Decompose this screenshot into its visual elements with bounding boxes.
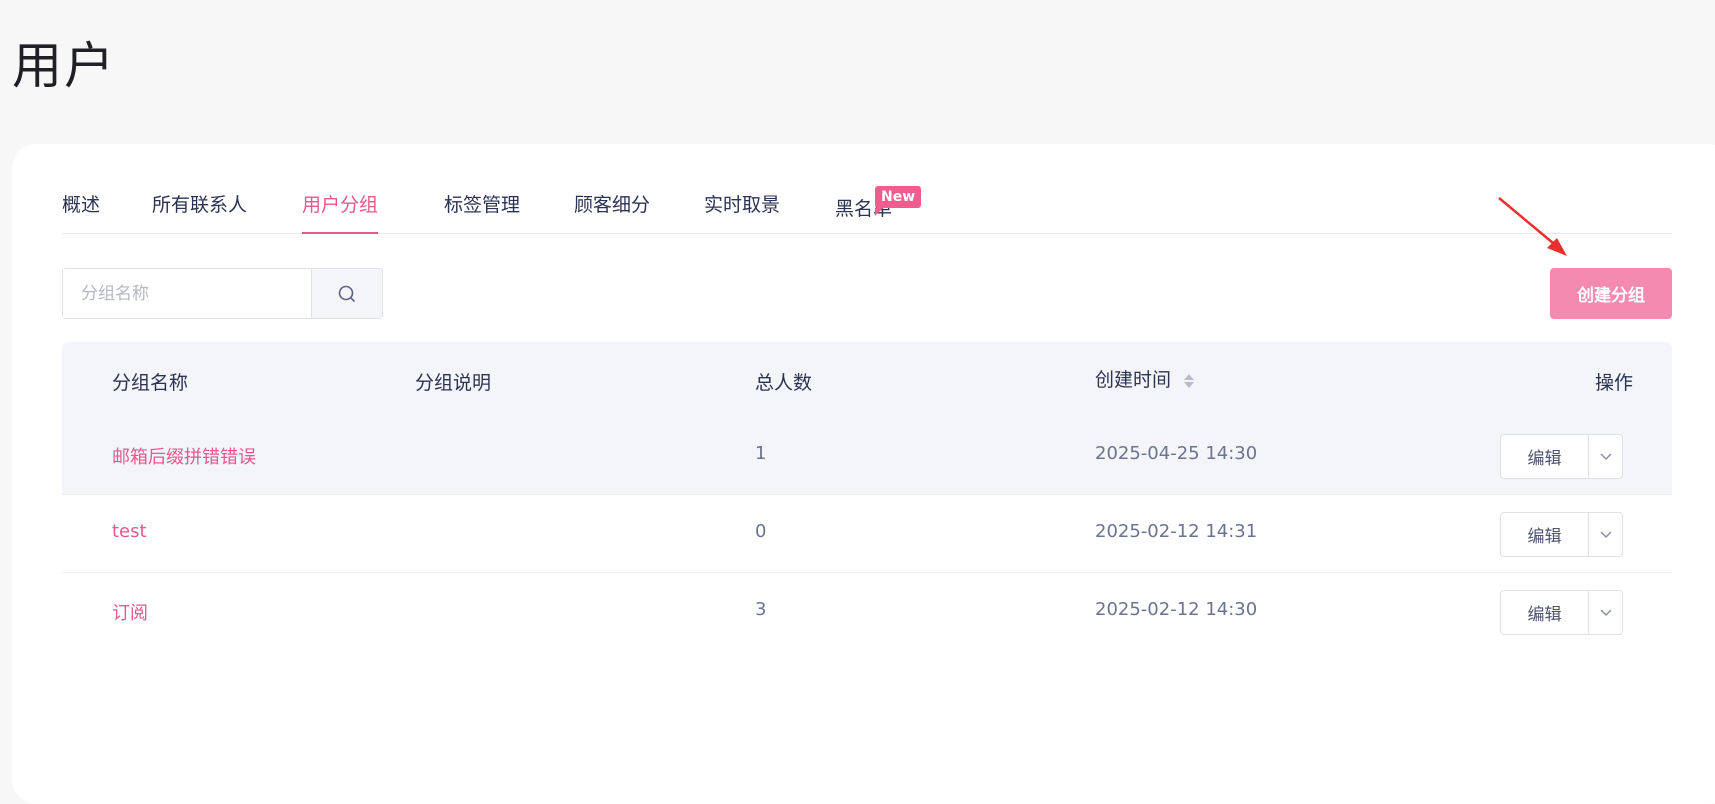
row-actions: 编辑: [1500, 512, 1623, 557]
table-row: 邮箱后缀拼错错误 1 2025-04-25 14:30 编辑: [62, 417, 1672, 495]
tab-bar: 概述 所有联系人 用户分组 标签管理 顾客细分 实时取景 黑名单 New: [62, 144, 1672, 234]
header-created-time-label: 创建时间: [1095, 369, 1172, 391]
search-button[interactable]: [311, 269, 382, 318]
more-actions-button[interactable]: [1589, 513, 1622, 556]
group-name-link[interactable]: test: [112, 521, 147, 542]
header-created-time[interactable]: 创建时间: [1095, 365, 1195, 392]
tab-all-contacts[interactable]: 所有联系人: [152, 190, 247, 234]
main-card: 概述 所有联系人 用户分组 标签管理 顾客细分 实时取景 黑名单 New 创建分…: [12, 144, 1715, 804]
chevron-down-icon: [1599, 452, 1612, 460]
tab-blacklist[interactable]: 黑名单 New: [835, 186, 922, 238]
table-row: test 0 2025-02-12 14:31 编辑: [62, 495, 1672, 573]
tab-overview[interactable]: 概述: [62, 190, 100, 234]
more-actions-button[interactable]: [1589, 435, 1622, 478]
groups-table: 分组名称 分组说明 总人数 创建时间 操作 邮箱后缀拼错错误 1 2025-04…: [62, 342, 1672, 651]
annotation-arrow-icon: [1498, 197, 1567, 256]
new-badge: New: [875, 186, 922, 216]
group-total: 1: [755, 443, 767, 464]
group-created-time: 2025-02-12 14:30: [1095, 599, 1258, 620]
header-actions: 操作: [1595, 372, 1634, 394]
chevron-down-icon: [1599, 608, 1612, 616]
tab-tag-management[interactable]: 标签管理: [444, 190, 520, 234]
tab-customer-segments[interactable]: 顾客细分: [574, 190, 650, 234]
header-group-description: 分组说明: [415, 372, 492, 394]
chevron-down-icon: [1599, 530, 1612, 538]
header-group-name: 分组名称: [112, 372, 189, 394]
group-total: 0: [755, 521, 767, 542]
search-icon: [338, 285, 355, 302]
tab-live-view[interactable]: 实时取景: [704, 190, 780, 234]
sort-icon[interactable]: [1183, 372, 1195, 390]
search-box: [62, 268, 383, 319]
more-actions-button[interactable]: [1589, 591, 1622, 634]
tab-user-groups[interactable]: 用户分组: [302, 190, 379, 234]
group-total: 3: [755, 599, 767, 620]
row-actions: 编辑: [1500, 434, 1623, 479]
edit-button[interactable]: 编辑: [1501, 513, 1589, 556]
group-name-link[interactable]: 邮箱后缀拼错错误: [112, 443, 256, 469]
header-total-members: 总人数: [755, 372, 813, 394]
row-actions: 编辑: [1500, 590, 1623, 635]
edit-button[interactable]: 编辑: [1501, 591, 1589, 634]
table-header: 分组名称 分组说明 总人数 创建时间 操作: [62, 342, 1672, 417]
group-created-time: 2025-04-25 14:30: [1095, 443, 1258, 464]
create-group-button[interactable]: 创建分组: [1550, 268, 1672, 319]
group-created-time: 2025-02-12 14:31: [1095, 521, 1258, 542]
group-name-link[interactable]: 订阅: [112, 599, 148, 625]
edit-button[interactable]: 编辑: [1501, 435, 1589, 478]
table-row: 订阅 3 2025-02-12 14:30 编辑: [62, 573, 1672, 651]
page-title: 用户: [12, 37, 116, 95]
search-input[interactable]: [63, 269, 312, 318]
